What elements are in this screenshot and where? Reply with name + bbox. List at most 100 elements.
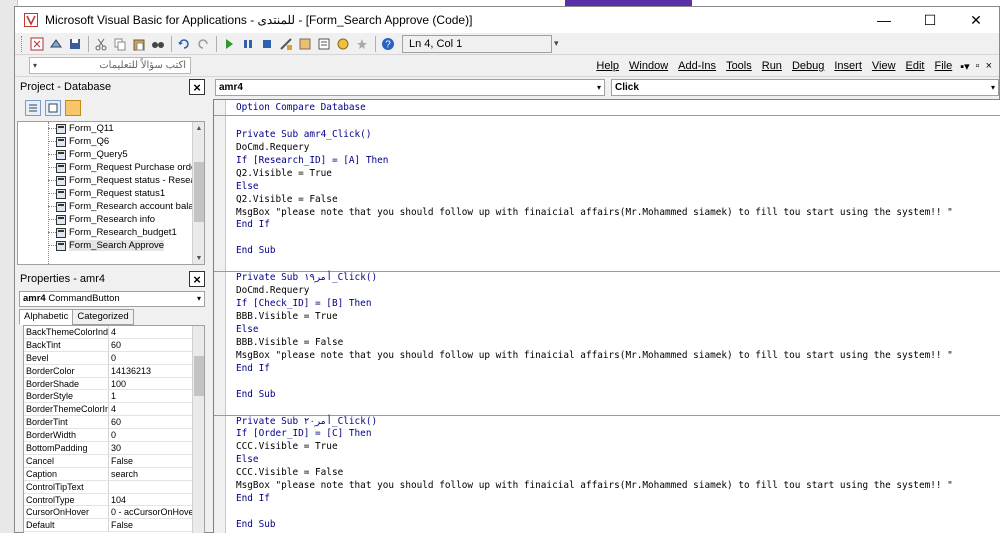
property-row[interactable]: BackThemeColorIndex 4 bbox=[24, 326, 204, 339]
code-line[interactable]: BBB.Visible = True bbox=[236, 311, 1000, 324]
project-explorer-icon[interactable] bbox=[296, 35, 314, 53]
property-row[interactable]: BorderColor 14136213 bbox=[24, 364, 204, 378]
code-line[interactable]: Private Sub amr4_Click() bbox=[236, 129, 1000, 142]
properties-scrollbar[interactable] bbox=[192, 326, 204, 533]
view-code-icon[interactable] bbox=[25, 100, 41, 116]
code-line[interactable]: BBB.Visible = False bbox=[236, 337, 1000, 350]
code-line[interactable]: DoCmd.Requery bbox=[236, 142, 1000, 155]
object-combo[interactable]: amr4 ▾ bbox=[215, 79, 605, 96]
properties-close-button[interactable]: × bbox=[189, 271, 205, 287]
object-browser-icon[interactable] bbox=[334, 35, 352, 53]
code-line[interactable]: Else bbox=[236, 324, 1000, 337]
tree-item[interactable]: Form_Research info bbox=[18, 213, 204, 226]
property-row[interactable]: BorderStyle 1 bbox=[24, 390, 204, 404]
property-row[interactable]: BorderTint 60 bbox=[24, 416, 204, 430]
code-line[interactable]: MsgBox "please note that you should foll… bbox=[236, 350, 1000, 363]
restore-icon[interactable]: ▫ bbox=[973, 60, 983, 72]
menu-run[interactable]: Run bbox=[757, 60, 787, 72]
code-line[interactable]: Option Compare Database bbox=[236, 102, 1000, 115]
property-row[interactable]: BottomPadding 30 bbox=[24, 442, 204, 455]
code-editor[interactable]: Option Compare Database Private Sub amr4… bbox=[213, 99, 1000, 533]
property-row[interactable]: Caption search bbox=[24, 467, 204, 481]
minimize-button[interactable]: — bbox=[861, 7, 907, 33]
scroll-down-icon[interactable]: ▼ bbox=[193, 252, 204, 264]
code-line[interactable]: MsgBox "please note that you should foll… bbox=[236, 480, 1000, 493]
code-line[interactable]: If [Order_ID] = [C] Then bbox=[236, 428, 1000, 441]
menu-edit[interactable]: Edit bbox=[901, 60, 930, 72]
code-line[interactable]: DoCmd.Requery bbox=[236, 285, 1000, 298]
project-close-button[interactable]: × bbox=[189, 79, 205, 95]
code-line[interactable]: CCC.Visible = False bbox=[236, 467, 1000, 480]
cut-icon[interactable] bbox=[92, 35, 110, 53]
menu-debug[interactable]: Debug bbox=[787, 60, 829, 72]
code-line[interactable]: Else bbox=[236, 454, 1000, 467]
code-line[interactable]: Q2.Visible = True bbox=[236, 168, 1000, 181]
project-tree-scrollbar[interactable]: ▲ ▼ bbox=[192, 122, 204, 264]
code-line[interactable] bbox=[236, 506, 1000, 519]
code-line[interactable] bbox=[236, 376, 1000, 389]
code-line[interactable]: Private Sub أمر١٩_Click() bbox=[236, 272, 1000, 285]
code-line[interactable]: End If bbox=[236, 219, 1000, 232]
tree-item[interactable]: Form_Request status - Researc bbox=[18, 174, 204, 187]
reset-icon[interactable] bbox=[258, 35, 276, 53]
code-line[interactable]: End Sub bbox=[236, 519, 1000, 532]
code-line[interactable]: CCC.Visible = True bbox=[236, 441, 1000, 454]
property-row[interactable]: Default False bbox=[24, 519, 204, 533]
property-row[interactable]: ControlTipText bbox=[24, 480, 204, 494]
code-line[interactable]: If [Check_ID] = [B] Then bbox=[236, 298, 1000, 311]
redo-icon[interactable] bbox=[194, 35, 212, 53]
menu-window[interactable]: Window bbox=[624, 60, 673, 72]
code-line[interactable]: End Sub bbox=[236, 245, 1000, 258]
property-row[interactable]: CursorOnHover 0 - acCursorOnHoverD bbox=[24, 506, 204, 520]
property-row[interactable]: ControlType 104 bbox=[24, 493, 204, 507]
scroll-thumb[interactable] bbox=[194, 356, 204, 396]
menu-file[interactable]: File bbox=[930, 60, 958, 72]
design-mode-icon[interactable] bbox=[277, 35, 295, 53]
tree-item[interactable]: Form_Query5 bbox=[18, 148, 204, 161]
chevron-down-icon[interactable]: ▾ bbox=[197, 292, 201, 306]
code-line[interactable]: Else bbox=[236, 181, 1000, 194]
chevron-down-icon[interactable]: ▾ bbox=[991, 80, 995, 95]
property-row[interactable]: BackTint 60 bbox=[24, 338, 204, 352]
code-line[interactable]: End If bbox=[236, 493, 1000, 506]
code-line[interactable]: If [Research_ID] = [A] Then bbox=[236, 155, 1000, 168]
paste-icon[interactable] bbox=[130, 35, 148, 53]
code-line[interactable]: Q2.Visible = False bbox=[236, 194, 1000, 207]
code-margin-indicator-bar[interactable] bbox=[214, 100, 226, 533]
tree-item[interactable]: Form_Research_budget1 bbox=[18, 226, 204, 239]
help-icon[interactable]: ? bbox=[379, 35, 397, 53]
tree-item[interactable]: Form_Request status1 bbox=[18, 187, 204, 200]
property-row[interactable]: Cancel False bbox=[24, 454, 204, 468]
insert-module-icon[interactable] bbox=[47, 35, 65, 53]
object-selector[interactable]: amr4 CommandButton ▾ bbox=[19, 291, 205, 307]
property-row[interactable]: BorderShade 100 bbox=[24, 377, 204, 391]
tree-item[interactable]: Form_Research account balanc bbox=[18, 200, 204, 213]
scroll-up-icon[interactable]: ▲ bbox=[193, 122, 204, 134]
view-object-icon[interactable] bbox=[45, 100, 61, 116]
save-icon[interactable] bbox=[66, 35, 84, 53]
procedure-combo[interactable]: Click ▾ bbox=[611, 79, 999, 96]
find-icon[interactable] bbox=[149, 35, 167, 53]
code-line[interactable]: End If bbox=[236, 363, 1000, 376]
tree-item[interactable]: Form_Q11 bbox=[18, 122, 204, 135]
menu-add-ins[interactable]: Add-Ins bbox=[673, 60, 721, 72]
menu-tools[interactable]: Tools bbox=[721, 60, 757, 72]
tree-item[interactable]: Form_Q6 bbox=[18, 135, 204, 148]
chevron-down-icon[interactable]: ▾ bbox=[597, 80, 601, 95]
toggle-folders-icon[interactable] bbox=[65, 100, 81, 116]
undo-icon[interactable] bbox=[175, 35, 193, 53]
tab-categorized[interactable]: Categorized bbox=[72, 309, 134, 325]
document-icon[interactable]: ▪▾ bbox=[957, 60, 972, 73]
tree-item[interactable]: Form_Request Purchase order bbox=[18, 161, 204, 174]
toolbox-icon[interactable] bbox=[353, 35, 371, 53]
view-access-icon[interactable] bbox=[28, 35, 46, 53]
code-line[interactable] bbox=[236, 232, 1000, 245]
copy-icon[interactable] bbox=[111, 35, 129, 53]
run-icon[interactable] bbox=[220, 35, 238, 53]
property-row[interactable]: BorderThemeColorIndex4 bbox=[24, 403, 204, 417]
maximize-button[interactable]: ☐ bbox=[907, 7, 953, 33]
tree-item-selected[interactable]: Form_Search Approve bbox=[18, 239, 204, 252]
chevron-down-icon[interactable]: ▾ bbox=[33, 61, 37, 70]
property-row[interactable]: Bevel 0 bbox=[24, 351, 204, 365]
properties-window-icon[interactable] bbox=[315, 35, 333, 53]
